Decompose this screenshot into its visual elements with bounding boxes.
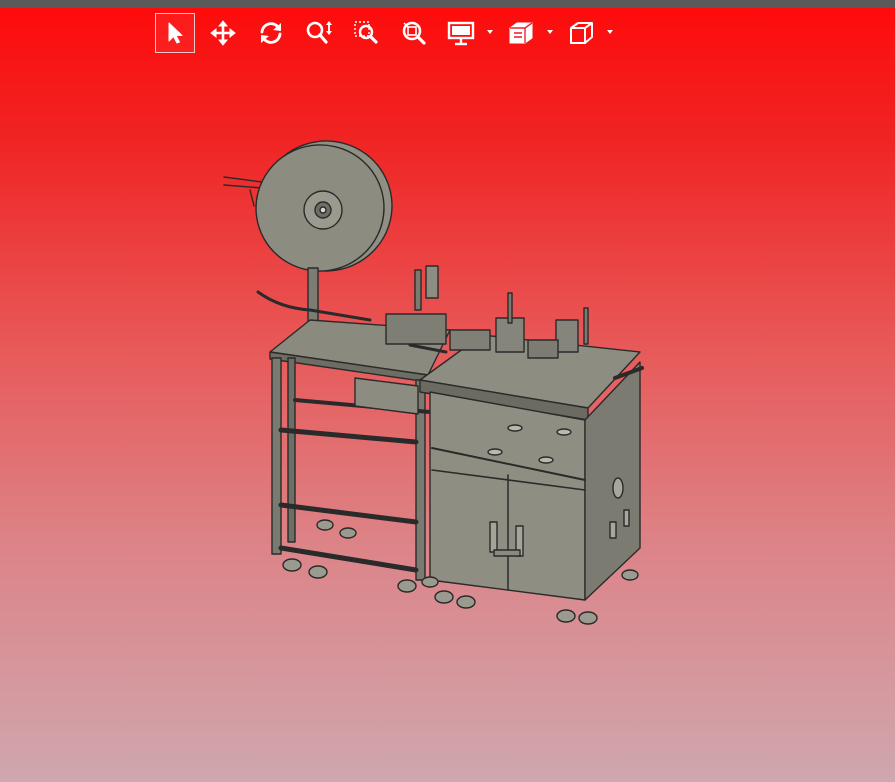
zoom-fit-icon <box>402 21 426 45</box>
section-cube-icon <box>509 22 533 44</box>
section-view-dropdown[interactable] <box>503 13 555 53</box>
chevron-down-icon <box>487 30 493 34</box>
display-mode-dropdown[interactable] <box>443 13 495 53</box>
select-tool-button[interactable] <box>155 13 195 53</box>
3d-viewport[interactable] <box>0 0 895 782</box>
cad-machine-model[interactable] <box>210 130 660 640</box>
chevron-down-icon <box>607 30 613 34</box>
rotate-icon <box>260 22 282 44</box>
view-toolbar <box>155 13 623 53</box>
zoom-icon <box>306 21 332 44</box>
zoom-fit-tool-button[interactable] <box>395 13 435 53</box>
window-top-strip <box>0 0 895 8</box>
cursor-arrow-icon <box>168 22 183 44</box>
monitor-icon <box>447 21 475 46</box>
zoom-window-tool-button[interactable] <box>347 13 387 53</box>
pan-tool-button[interactable] <box>203 13 243 53</box>
view-orientation-dropdown[interactable] <box>563 13 615 53</box>
chevron-down-icon <box>547 30 553 34</box>
zoom-window-icon <box>354 21 378 44</box>
rotate-tool-button[interactable] <box>251 13 291 53</box>
move-arrows-icon <box>210 20 236 46</box>
cube-view-icon <box>570 22 593 44</box>
zoom-tool-button[interactable] <box>299 13 339 53</box>
